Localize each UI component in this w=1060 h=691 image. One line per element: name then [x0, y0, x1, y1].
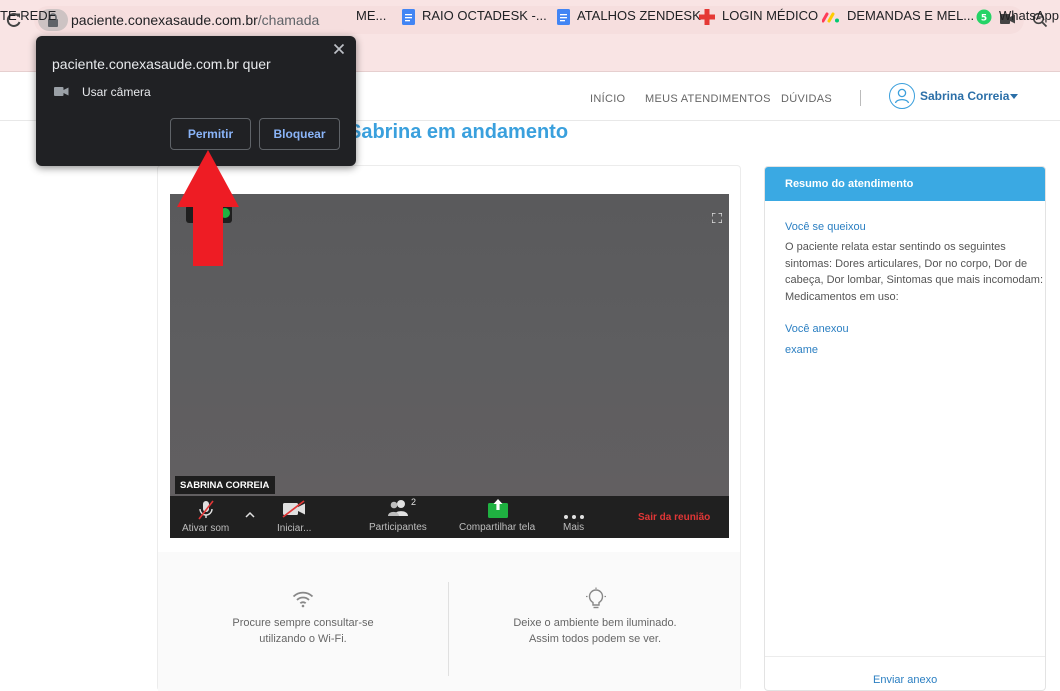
block-button[interactable]: Bloquear: [259, 118, 340, 150]
lighting-tip-line: Deixe o ambiente bem iluminado.: [513, 617, 677, 629]
participant-count: 2: [411, 497, 417, 507]
tips-divider: [448, 582, 449, 676]
lightbulb-icon: [586, 587, 606, 609]
complaint-text: O paciente relata estar sentindo os segu…: [785, 241, 1044, 303]
nav-inicio[interactable]: INÍCIO: [590, 93, 625, 105]
summary-title: Resumo do atendimento: [785, 178, 914, 190]
microphone-muted-icon: [198, 500, 214, 520]
video-off-icon: [282, 500, 305, 518]
complaint-label: Você se queixou: [785, 221, 866, 233]
mute-label: Ativar som: [182, 523, 230, 534]
docs-icon: [402, 8, 415, 25]
participants-label: Participantes: [369, 522, 427, 533]
bookmark-login-medico[interactable]: LOGIN MÉDICO: [699, 8, 818, 26]
attachment-link[interactable]: exame: [785, 344, 818, 356]
participants-icon: [388, 500, 408, 516]
camera-icon: [54, 87, 69, 96]
bookmark-label: LOGIN MÉDICO: [722, 8, 819, 23]
wifi-tip-line: Procure sempre consultar-se: [232, 617, 374, 629]
wifi-tip: Procure sempre consultar-se utilizando o…: [218, 615, 388, 647]
bookmark-raio-octadesk[interactable]: RAIO OCTADESK -...: [402, 8, 547, 26]
chevron-up-icon[interactable]: [245, 511, 255, 518]
mute-button[interactable]: [196, 499, 216, 526]
bookmark-label: WhatsApp: [999, 8, 1059, 23]
more-label: Mais: [563, 522, 585, 533]
url-path: /chamada: [257, 12, 320, 28]
send-attachment-button[interactable]: Enviar anexo: [873, 674, 937, 686]
bookmark-te-rede[interactable]: TE REDE: [0, 8, 56, 26]
lighting-tip: Deixe o ambiente bem iluminado. Assim to…: [498, 615, 692, 647]
summary-header: Resumo do atendimento: [765, 167, 1045, 201]
bookmark-atalhos-zendesk[interactable]: ATALHOS ZENDESK: [557, 8, 701, 26]
red-arrow-annotation: [177, 150, 239, 266]
fullscreen-icon[interactable]: [712, 213, 722, 223]
bookmark-demandas[interactable]: DEMANDAS E MEL...: [822, 8, 974, 26]
monday-icon: [822, 12, 839, 23]
summary-footer-divider: [765, 656, 1045, 657]
url-text[interactable]: paciente.conexasaude.com.br/chamada: [71, 12, 319, 28]
lighting-tip-line: Assim todos podem se ver.: [528, 633, 662, 645]
allow-button[interactable]: Permitir: [170, 118, 251, 150]
close-icon[interactable]: [333, 43, 345, 55]
bookmark-me[interactable]: ME...: [356, 8, 386, 26]
user-name: Sabrina Correia: [920, 89, 1010, 103]
participants-button[interactable]: [387, 499, 411, 522]
leave-meeting-button[interactable]: Sair da reunião: [638, 512, 710, 523]
nav-meus-atendimentos[interactable]: MEUS ATENDIMENTOS: [645, 93, 771, 105]
more-icon: [564, 515, 584, 519]
svg-text:5: 5: [981, 13, 987, 23]
nav-duvidas[interactable]: DÚVIDAS: [781, 93, 832, 105]
start-video-label: Iniciar...: [277, 523, 312, 534]
whatsapp-icon: 5: [976, 9, 992, 25]
url-domain: paciente.conexasaude.com.br: [71, 12, 258, 28]
page-title: Sabrina em andamento: [348, 121, 569, 143]
user-icon: [894, 88, 910, 104]
bookmark-whatsapp[interactable]: 5 WhatsApp: [976, 8, 1059, 26]
wifi-tip-line: utilizando o Wi-Fi.: [259, 633, 347, 645]
avatar: [889, 83, 915, 109]
share-screen-icon: [488, 499, 508, 518]
bookmark-label: ATALHOS ZENDESK: [577, 8, 701, 23]
docs-icon: [557, 8, 570, 25]
bookmark-label: DEMANDAS E MEL...: [847, 8, 975, 23]
permission-request: Usar câmera: [82, 85, 151, 99]
start-video-button[interactable]: [282, 500, 306, 523]
wifi-icon: [292, 591, 314, 608]
chevron-down-icon: [1010, 94, 1018, 99]
share-screen-label: Compartilhar tela: [459, 522, 536, 533]
bookmark-label: ME...: [356, 8, 387, 23]
video-feed[interactable]: [170, 194, 729, 496]
participant-name-tag: SABRINA CORREIA: [175, 476, 276, 494]
share-screen-button[interactable]: [487, 499, 509, 524]
bookmark-label: TE REDE: [0, 8, 57, 23]
attached-label: Você anexou: [785, 323, 849, 335]
medical-cross-icon: [699, 8, 715, 25]
bookmark-label: RAIO OCTADESK -...: [422, 8, 547, 23]
nav-separator: [860, 90, 861, 106]
permission-site: paciente.conexasaude.com.br quer: [52, 56, 271, 72]
